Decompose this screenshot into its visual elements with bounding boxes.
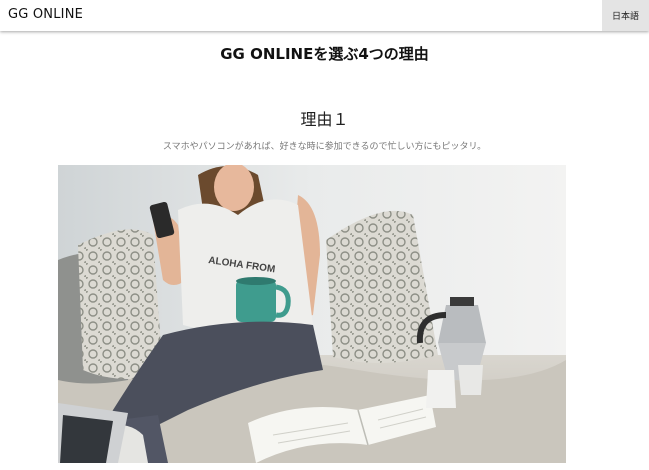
reason-description: スマホやパソコンがあれば、好きな時に参加できるので忙しい方にもピッタリ。 [162, 142, 487, 152]
reason-photo: ALOHA FROM [58, 165, 566, 463]
language-button[interactable]: 日本語 [602, 0, 649, 31]
page-title: GG ONLINEを選ぶ4つの理由 [220, 45, 429, 63]
brand-logo[interactable]: GG ONLINE [8, 7, 83, 22]
top-navbar: GG ONLINE 日本語 [0, 0, 649, 31]
reason-heading: 理由１ [300, 110, 349, 129]
